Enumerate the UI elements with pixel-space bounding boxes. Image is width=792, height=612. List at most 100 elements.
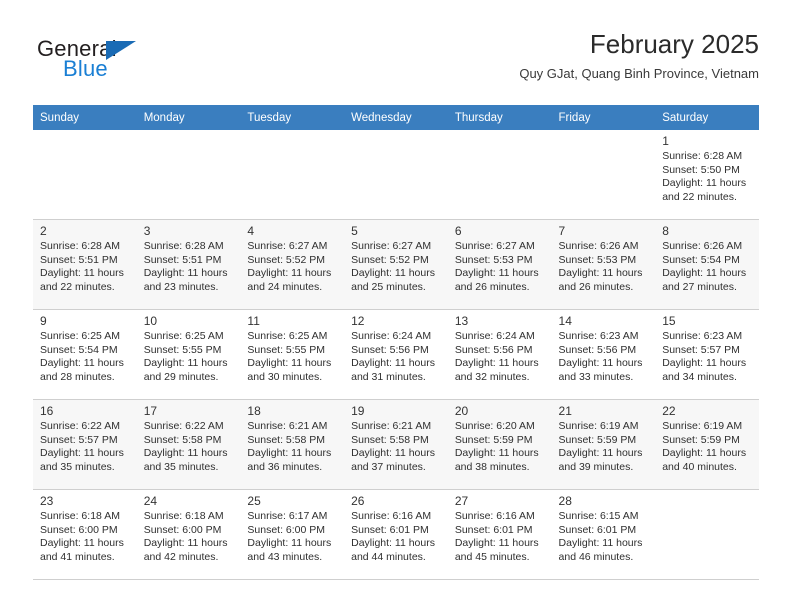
day-cell-content: 15 Sunrise: 6:23 AM Sunset: 5:57 PM Dayligh… <box>655 310 759 384</box>
day-number: 25 <box>247 494 261 508</box>
day-sun-info: Sunrise: 6:22 AM Sunset: 5:58 PM Daylight:… <box>144 420 235 474</box>
day-sun-info: Sunrise: 6:19 AM Sunset: 5:59 PM Daylight:… <box>662 420 753 474</box>
calendar-day-cell[interactable]: 1 Sunrise: 6:28 AM Sunset: 5:50 PM Daylight… <box>655 130 759 220</box>
day-sun-info: Sunrise: 6:24 AM Sunset: 5:56 PM Daylight:… <box>455 330 546 384</box>
calendar-day-cell[interactable]: 7 Sunrise: 6:26 AM Sunset: 5:53 PM Daylight… <box>551 219 656 310</box>
day-cell-content: 21 Sunrise: 6:19 AM Sunset: 5:59 PM Dayligh… <box>552 400 656 474</box>
calendar-week-row: 9 Sunrise: 6:25 AM Sunset: 5:54 PM Daylight… <box>33 309 759 400</box>
weekday-header-saturday: Saturday <box>655 105 759 130</box>
sunset-text: Sunset: 5:55 PM <box>247 343 326 356</box>
weekday-header-wednesday: Wednesday <box>344 105 448 130</box>
calendar-day-cell[interactable]: 22 Sunrise: 6:19 AM Sunset: 5:59 PM Dayligh… <box>655 399 759 490</box>
day-sun-info: Sunrise: 6:26 AM Sunset: 5:53 PM Daylight:… <box>559 240 650 294</box>
blue-triangle-icon <box>106 41 136 60</box>
calendar-day-cell[interactable]: 25 Sunrise: 6:17 AM Sunset: 6:00 PM Dayligh… <box>240 489 345 580</box>
calendar-day-cell[interactable]: 28 Sunrise: 6:15 AM Sunset: 6:01 PM Dayligh… <box>551 489 656 580</box>
calendar-day-cell[interactable]: 19 Sunrise: 6:21 AM Sunset: 5:58 PM Dayligh… <box>344 399 448 490</box>
daylight-text-line1: Daylight: 11 hours <box>40 537 124 550</box>
day-cell-content: 12 Sunrise: 6:24 AM Sunset: 5:56 PM Dayligh… <box>344 310 448 384</box>
daylight-text-line2: and 35 minutes. <box>143 460 219 473</box>
day-cell-content: 8 Sunrise: 6:26 AM Sunset: 5:54 PM Daylight… <box>655 220 759 294</box>
calendar-day-cell[interactable]: 24 Sunrise: 6:18 AM Sunset: 6:00 PM Dayligh… <box>136 489 241 580</box>
day-cell-content: 5 Sunrise: 6:27 AM Sunset: 5:52 PM Daylight… <box>344 220 448 294</box>
calendar-day-cell[interactable]: 5 Sunrise: 6:27 AM Sunset: 5:52 PM Daylight… <box>344 219 448 310</box>
daylight-text-line1: Daylight: 11 hours <box>662 447 747 460</box>
calendar-body: 1 Sunrise: 6:28 AM Sunset: 5:50 PM Daylight… <box>33 130 759 580</box>
day-cell-content: 9 Sunrise: 6:25 AM Sunset: 5:54 PM Daylight… <box>33 310 137 384</box>
sunrise-text: Sunrise: 6:23 AM <box>662 330 743 342</box>
sunset-text: Sunset: 5:54 PM <box>662 253 740 266</box>
sunset-text: Sunset: 5:50 PM <box>662 163 740 176</box>
day-sun-info: Sunrise: 6:25 AM Sunset: 5:55 PM Daylight:… <box>144 330 235 384</box>
calendar-day-cell[interactable]: 15 Sunrise: 6:23 AM Sunset: 5:57 PM Dayligh… <box>655 309 759 400</box>
daylight-text-line2: and 32 minutes. <box>454 370 530 383</box>
calendar-day-cell[interactable]: 6 Sunrise: 6:27 AM Sunset: 5:53 PM Daylight… <box>447 219 552 310</box>
daylight-text-line1: Daylight: 11 hours <box>40 267 124 280</box>
sunset-text: Sunset: 5:56 PM <box>558 343 637 356</box>
day-sun-info: Sunrise: 6:18 AM Sunset: 6:00 PM Daylight:… <box>144 510 235 564</box>
calendar-day-cell[interactable]: 18 Sunrise: 6:21 AM Sunset: 5:58 PM Dayligh… <box>240 399 345 490</box>
calendar-day-cell[interactable]: 27 Sunrise: 6:16 AM Sunset: 6:01 PM Dayligh… <box>447 489 552 580</box>
daylight-text-line1: Daylight: 11 hours <box>558 357 643 370</box>
day-cell-content: 3 Sunrise: 6:28 AM Sunset: 5:51 PM Daylight… <box>137 220 241 294</box>
sunset-text: Sunset: 5:53 PM <box>454 253 533 266</box>
calendar-week-row: 1 Sunrise: 6:28 AM Sunset: 5:50 PM Daylight… <box>33 130 759 220</box>
daylight-text-line2: and 26 minutes. <box>558 280 634 293</box>
day-sun-info: Sunrise: 6:28 AM Sunset: 5:51 PM Daylight:… <box>144 240 235 294</box>
day-cell-content: 17 Sunrise: 6:22 AM Sunset: 5:58 PM Dayligh… <box>137 400 241 474</box>
daylight-text-line2: and 30 minutes. <box>247 370 323 383</box>
sunset-text: Sunset: 5:52 PM <box>247 253 326 266</box>
calendar-day-cell[interactable]: 14 Sunrise: 6:23 AM Sunset: 5:56 PM Dayligh… <box>551 309 656 400</box>
daylight-text-line2: and 27 minutes. <box>662 280 737 293</box>
calendar-day-cell[interactable]: 20 Sunrise: 6:20 AM Sunset: 5:59 PM Dayligh… <box>447 399 552 490</box>
daylight-text-line2: and 31 minutes. <box>351 370 426 383</box>
day-sun-info: Sunrise: 6:24 AM Sunset: 5:56 PM Daylight:… <box>351 330 442 384</box>
calendar-day-cell[interactable]: 4 Sunrise: 6:27 AM Sunset: 5:52 PM Daylight… <box>240 219 345 310</box>
calendar-day-cell[interactable]: 2 Sunrise: 6:28 AM Sunset: 5:51 PM Daylight… <box>33 219 137 310</box>
day-cell-content: 20 Sunrise: 6:20 AM Sunset: 5:59 PM Dayligh… <box>448 400 552 474</box>
calendar-day-cell[interactable]: 3 Sunrise: 6:28 AM Sunset: 5:51 PM Daylight… <box>136 219 241 310</box>
sunset-text: Sunset: 5:57 PM <box>662 343 740 356</box>
day-sun-info: Sunrise: 6:28 AM Sunset: 5:50 PM Daylight:… <box>662 150 753 204</box>
calendar-day-cell[interactable]: 13 Sunrise: 6:24 AM Sunset: 5:56 PM Dayligh… <box>447 309 552 400</box>
sunset-text: Sunset: 5:58 PM <box>143 433 222 446</box>
day-cell-content: 2 Sunrise: 6:28 AM Sunset: 5:51 PM Daylight… <box>33 220 137 294</box>
daylight-text-line2: and 22 minutes. <box>662 190 737 203</box>
daylight-text-line1: Daylight: 11 hours <box>454 267 539 280</box>
weekday-header-thursday: Thursday <box>447 105 552 130</box>
sunset-text: Sunset: 5:58 PM <box>247 433 326 446</box>
sunrise-text: Sunrise: 6:25 AM <box>143 330 224 342</box>
daylight-text-line2: and 33 minutes. <box>558 370 634 383</box>
calendar-day-cell[interactable]: 26 Sunrise: 6:16 AM Sunset: 6:01 PM Dayligh… <box>344 489 448 580</box>
generalblue-logo[interactable]: General Blue <box>33 36 233 88</box>
calendar-day-cell[interactable]: 17 Sunrise: 6:22 AM Sunset: 5:58 PM Dayligh… <box>136 399 241 490</box>
calendar-empty-cell <box>551 130 656 220</box>
day-cell-content: 19 Sunrise: 6:21 AM Sunset: 5:58 PM Dayligh… <box>344 400 448 474</box>
title-block: February 2025 Quy GJat, Quang Binh Provi… <box>519 28 759 84</box>
daylight-text-line2: and 29 minutes. <box>143 370 219 383</box>
calendar-day-cell[interactable]: 12 Sunrise: 6:24 AM Sunset: 5:56 PM Dayligh… <box>344 309 448 400</box>
sunset-text: Sunset: 5:59 PM <box>662 433 740 446</box>
calendar-day-cell[interactable]: 9 Sunrise: 6:25 AM Sunset: 5:54 PM Daylight… <box>33 309 137 400</box>
calendar-empty-cell <box>33 130 137 220</box>
day-cell-content: 13 Sunrise: 6:24 AM Sunset: 5:56 PM Dayligh… <box>448 310 552 384</box>
day-number: 12 <box>351 314 365 328</box>
daylight-text-line2: and 36 minutes. <box>247 460 323 473</box>
page-title: February 2025 <box>589 29 759 59</box>
calendar-day-cell[interactable]: 11 Sunrise: 6:25 AM Sunset: 5:55 PM Dayligh… <box>240 309 345 400</box>
calendar-day-cell[interactable]: 16 Sunrise: 6:22 AM Sunset: 5:57 PM Dayligh… <box>33 399 137 490</box>
calendar-day-cell[interactable]: 23 Sunrise: 6:18 AM Sunset: 6:00 PM Dayligh… <box>33 489 137 580</box>
sunset-text: Sunset: 5:53 PM <box>558 253 637 266</box>
calendar-day-cell[interactable]: 8 Sunrise: 6:26 AM Sunset: 5:54 PM Daylight… <box>655 219 759 310</box>
daylight-text-line2: and 25 minutes. <box>351 280 426 293</box>
day-number: 21 <box>558 404 572 418</box>
calendar-empty-cell <box>344 130 448 220</box>
calendar-day-cell[interactable]: 21 Sunrise: 6:19 AM Sunset: 5:59 PM Dayligh… <box>551 399 656 490</box>
sunset-text: Sunset: 5:56 PM <box>454 343 533 356</box>
daylight-text-line2: and 35 minutes. <box>40 460 115 473</box>
day-number: 1 <box>662 134 669 148</box>
calendar-day-cell[interactable]: 10 Sunrise: 6:25 AM Sunset: 5:55 PM Dayligh… <box>136 309 241 400</box>
day-number: 2 <box>40 224 47 238</box>
sunset-text: Sunset: 6:01 PM <box>351 523 429 536</box>
daylight-text-line1: Daylight: 11 hours <box>454 537 539 550</box>
